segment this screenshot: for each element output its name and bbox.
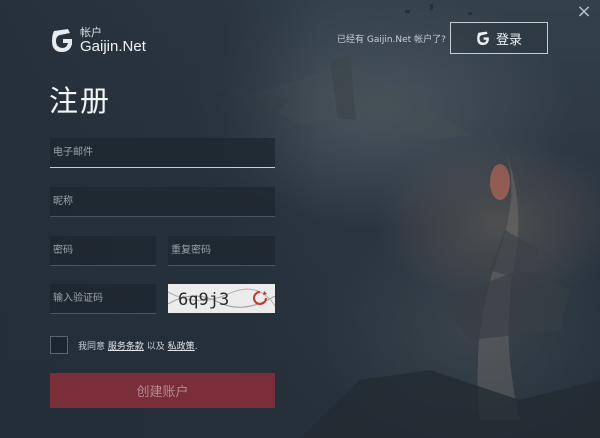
login-button-label: 登录: [495, 32, 522, 48]
terms-link[interactable]: 服务条款: [108, 342, 144, 352]
agree-text: 我同意 服务条款 以及 私政策.: [78, 339, 198, 352]
page-title: 注册: [49, 84, 112, 118]
email-field[interactable]: [50, 138, 275, 167]
create-account-label: 创建账户: [136, 385, 189, 400]
gaijin-login-icon: [477, 31, 489, 45]
logo-title: Gaijin.Net: [80, 38, 146, 55]
repeat-password-field[interactable]: [168, 236, 275, 265]
nickname-field[interactable]: [50, 187, 275, 216]
nickname-field-wrapper: [50, 187, 275, 217]
gaijin-logo: 帐户 Gaijin.Net: [50, 26, 146, 54]
gaijin-logo-icon: [52, 29, 72, 52]
email-field-wrapper: [50, 138, 275, 168]
create-account-button[interactable]: 创建账户: [50, 373, 275, 408]
have-account-text: 已经有 Gaijin.Net 帐户了?: [337, 35, 446, 45]
captcha-field-wrapper: [50, 284, 156, 314]
captcha-graphic: 6q9j3: [168, 284, 275, 313]
agree-suffix: .: [194, 342, 198, 352]
login-button[interactable]: 登录: [450, 22, 548, 54]
captcha-image[interactable]: 6q9j3: [168, 284, 275, 313]
privacy-link[interactable]: 私政策: [168, 342, 195, 352]
captcha-field[interactable]: [50, 284, 156, 313]
captcha-text: 6q9j3: [178, 290, 229, 310]
agree-checkbox[interactable]: [50, 336, 68, 354]
password-field-wrapper: [50, 236, 156, 266]
password-field[interactable]: [50, 236, 156, 265]
agree-prefix: 我同意: [78, 342, 106, 352]
close-icon: ×: [576, 1, 592, 22]
repeat-password-field-wrapper: [168, 236, 275, 266]
close-button[interactable]: ×: [574, 2, 594, 22]
agree-middle: 以及: [146, 342, 165, 352]
